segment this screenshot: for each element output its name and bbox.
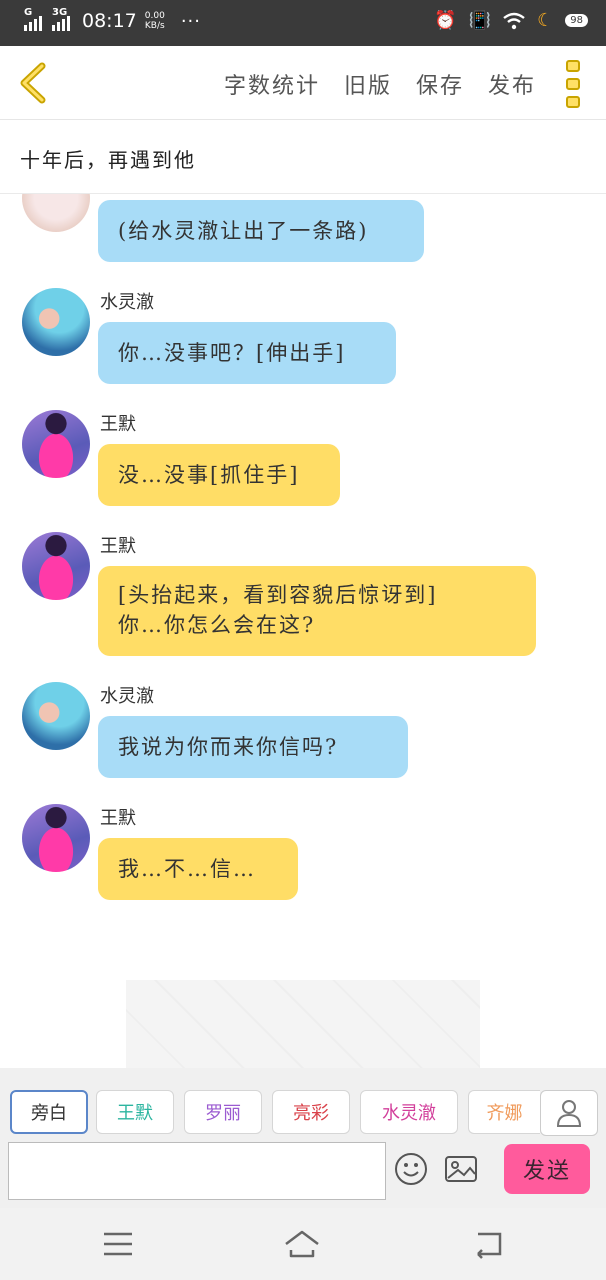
more-notifications: ··· bbox=[180, 10, 201, 32]
message-bubble[interactable]: 我…不…信… bbox=[98, 838, 298, 900]
story-title: 十年后，再遇到他 bbox=[20, 148, 196, 172]
more-vertical-icon[interactable] bbox=[566, 60, 580, 108]
send-button[interactable]: 发送 bbox=[504, 1144, 590, 1194]
role-manage-button[interactable] bbox=[540, 1090, 598, 1136]
sender-name: 水灵澈 bbox=[100, 686, 154, 707]
role-label: 亮彩 bbox=[293, 1103, 329, 1124]
publish-button[interactable]: 发布 bbox=[488, 68, 536, 100]
signal-3g-icon: 3G bbox=[52, 7, 70, 31]
menu-icon[interactable] bbox=[98, 1226, 138, 1262]
message-bubble[interactable]: 你…没事吧？[伸出手] bbox=[98, 322, 396, 384]
avatar[interactable] bbox=[22, 410, 90, 478]
wifi-icon bbox=[503, 12, 525, 29]
role-chip-liangcai[interactable]: 亮彩 bbox=[272, 1090, 350, 1134]
role-chip-narrator[interactable]: 旁白 bbox=[10, 1090, 88, 1134]
editor-toolbar: 字数统计 旧版 保存 发布 bbox=[0, 46, 606, 120]
ad-banner[interactable] bbox=[126, 980, 480, 1068]
role-label: 齐娜 bbox=[486, 1103, 523, 1124]
message-bubble[interactable]: 没…没事[抓住手] bbox=[98, 444, 340, 506]
word-count-button[interactable]: 字数统计 bbox=[224, 68, 320, 100]
role-chip-qina[interactable]: 齐娜 bbox=[468, 1090, 540, 1134]
speed-value: 0.00 bbox=[144, 11, 165, 21]
composer: 发送 bbox=[0, 1140, 606, 1208]
status-bar: G 3G 08:17 0.00 KB/s ··· ⏰ 📳 ☾ 98 bbox=[0, 0, 606, 46]
message-bubble[interactable]: [头抬起来，看到容貌后惊讶到] 你…你怎么会在这? bbox=[98, 566, 536, 656]
home-icon[interactable] bbox=[282, 1226, 322, 1262]
role-label: 旁白 bbox=[31, 1103, 67, 1124]
sender-name: 王默 bbox=[100, 414, 136, 435]
old-version-button[interactable]: 旧版 bbox=[344, 68, 392, 100]
network-speed: 0.00 KB/s bbox=[145, 11, 165, 31]
role-chip-wangmo[interactable]: 王默 bbox=[96, 1090, 174, 1134]
message-bubble[interactable]: 我说为你而来你信吗? bbox=[98, 716, 408, 778]
image-icon[interactable] bbox=[444, 1154, 478, 1184]
smile-icon[interactable] bbox=[394, 1152, 428, 1186]
avatar[interactable] bbox=[22, 532, 90, 600]
battery-level: 98 bbox=[565, 14, 588, 27]
chevron-left-icon[interactable] bbox=[14, 60, 54, 106]
role-selector: 旁白 王默 罗丽 亮彩 水灵澈 齐娜 bbox=[0, 1068, 606, 1140]
role-label: 水灵澈 bbox=[382, 1103, 436, 1124]
speed-unit: KB/s bbox=[144, 21, 165, 31]
save-button[interactable]: 保存 bbox=[416, 68, 464, 100]
story-title-bar[interactable]: 十年后，再遇到他 bbox=[0, 120, 606, 194]
role-label: 王默 bbox=[117, 1103, 153, 1124]
moon-icon: ☾ bbox=[537, 10, 554, 31]
role-chip-shuilingche[interactable]: 水灵澈 bbox=[360, 1090, 458, 1134]
role-label: 罗丽 bbox=[205, 1103, 241, 1124]
avatar[interactable] bbox=[22, 288, 90, 356]
avatar[interactable] bbox=[22, 682, 90, 750]
vibrate-icon: 📳 bbox=[468, 10, 492, 31]
avatar[interactable] bbox=[22, 804, 90, 872]
role-chip-luoli[interactable]: 罗丽 bbox=[184, 1090, 262, 1134]
alarm-icon: ⏰ bbox=[434, 10, 457, 31]
clock: 08:17 bbox=[82, 10, 137, 32]
signal-g-icon: G bbox=[24, 7, 42, 31]
message-bubble[interactable]: (给水灵澈让出了一条路) bbox=[98, 200, 424, 262]
return-icon[interactable] bbox=[468, 1226, 508, 1262]
chat-area[interactable]: (给水灵澈让出了一条路) 水灵澈 你…没事吧？[伸出手] 王默 没…没事[抓住手… bbox=[0, 194, 606, 1068]
sender-name: 水灵澈 bbox=[100, 292, 154, 313]
sender-name: 王默 bbox=[100, 536, 136, 557]
message-input[interactable] bbox=[8, 1142, 386, 1200]
sender-name: 王默 bbox=[100, 808, 136, 829]
system-navigation-bar bbox=[0, 1208, 606, 1280]
avatar[interactable] bbox=[22, 194, 90, 232]
person-icon bbox=[556, 1100, 582, 1127]
